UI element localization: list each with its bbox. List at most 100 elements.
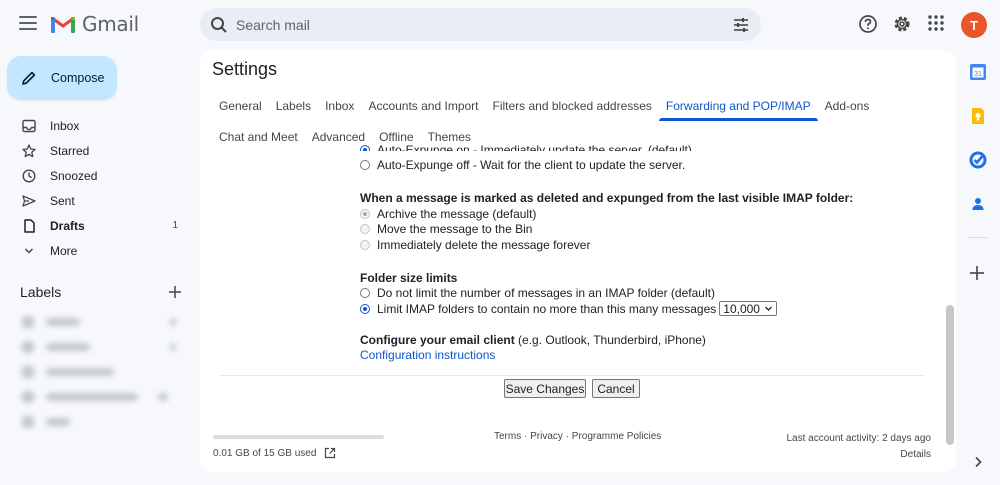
delete-forever-option[interactable]: Immediately delete the message forever (360, 237, 920, 253)
search-icon[interactable] (210, 16, 228, 34)
sidebar-item-more[interactable]: More (0, 238, 190, 263)
limit-option[interactable]: Limit IMAP folders to contain no more th… (360, 301, 920, 317)
sidebar-item-label: Snoozed (50, 168, 98, 183)
tab-general[interactable]: General (212, 90, 269, 121)
deleted-message-heading: When a message is marked as deleted and … (360, 191, 854, 205)
draft-icon (22, 218, 36, 233)
settings-scrollbar[interactable] (946, 305, 954, 445)
tab-forwarding-pop-imap[interactable]: Forwarding and POP/IMAP (658, 90, 818, 121)
chevron-down-icon (22, 244, 36, 258)
email-client-heading-text: Configure your email client (360, 332, 515, 347)
label-item[interactable] (22, 316, 176, 328)
drafts-count: 1 (172, 220, 178, 231)
compose-label: Compose (51, 71, 105, 85)
no-limit-radio[interactable] (360, 288, 370, 299)
last-activity-text: Last account activity: 2 days ago (786, 433, 931, 444)
account-avatar[interactable]: T (961, 12, 987, 38)
tab-labels[interactable]: Labels (269, 90, 318, 121)
gmail-envelope-icon (51, 16, 75, 33)
sidebar-item-drafts[interactable]: Drafts 1 (0, 213, 190, 238)
chevron-right-icon[interactable] (972, 455, 984, 469)
limit-label: Limit IMAP folders to contain no more th… (377, 301, 717, 316)
sidebar-item-label: More (50, 243, 78, 258)
move-to-bin-radio[interactable] (360, 224, 370, 235)
sidebar-item-label: Sent (50, 193, 75, 208)
compose-button[interactable]: Compose (7, 56, 117, 100)
move-to-bin-option[interactable]: Move the message to the Bin (360, 222, 920, 238)
no-limit-label: Do not limit the number of messages in a… (377, 286, 715, 301)
account-activity: Last account activity: 2 days ago Detail… (786, 431, 931, 463)
email-client-heading: Configure your email client (e.g. Outloo… (360, 333, 920, 347)
archive-radio[interactable] (360, 208, 370, 219)
expunge-off-radio[interactable] (360, 160, 370, 171)
imap-settings-content: Auto-Expunge on - Immediately update the… (360, 142, 920, 362)
move-to-bin-label: Move the message to the Bin (377, 222, 533, 237)
limit-radio[interactable] (360, 303, 370, 314)
settings-gear-icon[interactable] (892, 14, 912, 34)
svg-text:31: 31 (974, 71, 982, 78)
chevron-down-icon (765, 306, 772, 312)
add-app-icon[interactable] (968, 264, 986, 282)
external-link-icon[interactable] (324, 447, 336, 459)
keep-icon[interactable] (968, 106, 988, 126)
sidebar-item-label: Starred (50, 143, 90, 158)
search-options-icon[interactable] (733, 17, 749, 33)
settings-panel: Settings General Labels Inbox Accounts a… (200, 50, 956, 472)
search-input[interactable] (236, 16, 706, 33)
label-item[interactable] (22, 416, 70, 428)
sidebar-item-sent[interactable]: Sent (0, 188, 190, 213)
gmail-logo[interactable]: Gmail (50, 12, 139, 36)
star-icon (22, 143, 36, 158)
contacts-icon[interactable] (968, 194, 988, 214)
search-bar[interactable] (200, 8, 761, 41)
help-icon[interactable] (858, 14, 878, 34)
sidebar-nav: Inbox Starred Snoozed Sent Drafts 1 More (0, 113, 190, 263)
folder-size-heading: Folder size limits (360, 270, 458, 285)
inbox-icon (22, 119, 36, 133)
main-menu-icon[interactable] (19, 16, 37, 30)
tasks-icon[interactable] (968, 150, 988, 170)
tab-filters[interactable]: Filters and blocked addresses (486, 90, 659, 121)
footer-links[interactable]: Terms · Privacy · Programme Policies (494, 431, 661, 442)
label-item[interactable] (22, 341, 176, 353)
label-item[interactable] (22, 366, 114, 378)
sidebar-item-label: Drafts (50, 218, 85, 233)
pencil-icon (22, 71, 36, 85)
labels-heading: Labels (20, 284, 62, 300)
label-item[interactable] (22, 391, 168, 403)
delete-forever-label: Immediately delete the message forever (377, 237, 591, 252)
labels-header: Labels (20, 284, 182, 300)
save-changes-button[interactable]: Save Changes (504, 379, 586, 398)
tab-add-ons[interactable]: Add-ons (818, 90, 877, 121)
send-icon (22, 194, 36, 208)
calendar-icon[interactable]: 31 (968, 62, 988, 82)
storage-usage-bar (213, 435, 384, 439)
page-title: Settings (212, 59, 278, 79)
sidebar-item-inbox[interactable]: Inbox (0, 113, 190, 138)
tab-chat-meet[interactable]: Chat and Meet (212, 121, 305, 152)
storage-usage: 0.01 GB of 15 GB used (213, 447, 336, 459)
expunge-off-label: Auto-Expunge off - Wait for the client t… (377, 158, 686, 173)
message-limit-value: 10,000 (723, 301, 760, 316)
tab-inbox[interactable]: Inbox (318, 90, 361, 121)
clock-icon (22, 168, 36, 183)
tab-content-mask (200, 151, 956, 158)
tab-accounts-import[interactable]: Accounts and Import (361, 90, 485, 121)
archive-option[interactable]: Archive the message (default) (360, 206, 920, 222)
sidebar-item-snoozed[interactable]: Snoozed (0, 163, 190, 188)
activity-details-link[interactable]: Details (786, 447, 931, 463)
storage-usage-text: 0.01 GB of 15 GB used (213, 447, 317, 459)
app-name: Gmail (82, 12, 139, 36)
sidebar-item-starred[interactable]: Starred (0, 138, 190, 163)
delete-forever-radio[interactable] (360, 239, 370, 250)
sidebar-item-label: Inbox (50, 118, 80, 133)
expunge-off-option[interactable]: Auto-Expunge off - Wait for the client t… (360, 158, 920, 174)
rail-divider (968, 237, 988, 238)
configuration-instructions-link[interactable]: Configuration instructions (360, 348, 920, 362)
divider (220, 375, 924, 376)
message-limit-select[interactable]: 10,000 (719, 301, 777, 317)
cancel-button[interactable]: Cancel (592, 379, 640, 398)
apps-grid-icon[interactable] (927, 14, 945, 32)
no-limit-option[interactable]: Do not limit the number of messages in a… (360, 286, 920, 302)
add-label-icon[interactable] (168, 285, 182, 299)
